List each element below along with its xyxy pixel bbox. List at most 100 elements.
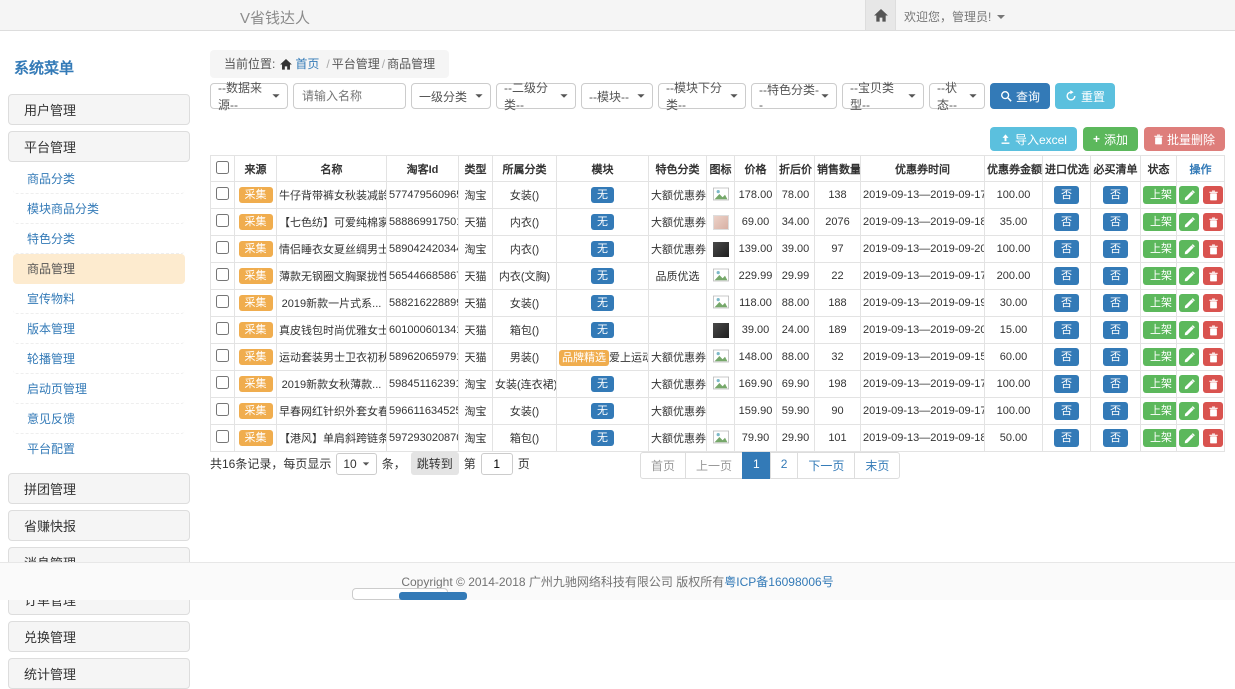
import-toggle-button[interactable]: 否 — [1054, 375, 1079, 393]
edit-button[interactable] — [1179, 186, 1199, 204]
page-button-首页[interactable]: 首页 — [640, 452, 686, 479]
sidebar-subitem-轮播管理[interactable]: 轮播管理 — [13, 344, 185, 374]
page-button-上一页[interactable]: 上一页 — [685, 452, 743, 479]
module-badge[interactable]: 无 — [591, 268, 614, 284]
select-all-checkbox[interactable] — [216, 161, 229, 174]
status-button[interactable]: 上架 — [1143, 267, 1177, 285]
import-toggle-button[interactable]: 否 — [1054, 213, 1079, 231]
sidebar-subitem-平台配置[interactable]: 平台配置 — [13, 434, 185, 463]
row-checkbox[interactable] — [216, 349, 229, 362]
sidebar-item-兑换管理[interactable]: 兑换管理 — [8, 621, 190, 652]
page-button-1[interactable]: 1 — [742, 452, 771, 479]
delete-button[interactable] — [1203, 375, 1223, 393]
sidebar-item-统计管理[interactable]: 统计管理 — [8, 658, 190, 689]
must-buy-toggle-button[interactable]: 否 — [1103, 402, 1128, 420]
page-button-2[interactable]: 2 — [770, 452, 799, 479]
must-buy-toggle-button[interactable]: 否 — [1103, 429, 1128, 447]
must-buy-toggle-button[interactable]: 否 — [1103, 240, 1128, 258]
import-toggle-button[interactable]: 否 — [1054, 294, 1079, 312]
module-badge[interactable]: 无 — [591, 214, 614, 230]
level2-category-select[interactable]: --二级分类-- — [496, 83, 576, 109]
sidebar-subitem-启动页管理[interactable]: 启动页管理 — [13, 374, 185, 404]
item-type-select[interactable]: --宝贝类型-- — [842, 83, 924, 109]
import-toggle-button[interactable]: 否 — [1054, 186, 1079, 204]
status-button[interactable]: 上架 — [1143, 240, 1177, 258]
level1-category-select[interactable]: 一级分类 — [411, 83, 491, 109]
delete-button[interactable] — [1203, 348, 1223, 366]
import-toggle-button[interactable]: 否 — [1054, 321, 1079, 339]
sidebar-subitem-意见反馈[interactable]: 意见反馈 — [13, 404, 185, 434]
row-checkbox[interactable] — [216, 214, 229, 227]
add-button[interactable]: + 添加 — [1083, 127, 1138, 151]
must-buy-toggle-button[interactable]: 否 — [1103, 186, 1128, 204]
row-checkbox[interactable] — [216, 268, 229, 281]
import-toggle-button[interactable]: 否 — [1054, 240, 1079, 258]
delete-button[interactable] — [1203, 240, 1223, 258]
row-checkbox[interactable] — [216, 295, 229, 308]
row-checkbox[interactable] — [216, 241, 229, 254]
status-button[interactable]: 上架 — [1143, 348, 1177, 366]
sidebar-item-省赚快报[interactable]: 省赚快报 — [8, 510, 190, 541]
module-badge[interactable]: 无 — [591, 376, 614, 392]
import-toggle-button[interactable]: 否 — [1054, 348, 1079, 366]
delete-button[interactable] — [1203, 402, 1223, 420]
feature-category-select[interactable]: --特色分类-- — [751, 83, 837, 109]
sidebar-subitem-商品管理[interactable]: 商品管理 — [13, 254, 185, 284]
edit-button[interactable] — [1179, 429, 1199, 447]
must-buy-toggle-button[interactable]: 否 — [1103, 267, 1128, 285]
search-button[interactable]: 查询 — [990, 83, 1050, 109]
page-button-末页[interactable]: 末页 — [854, 452, 900, 479]
status-button[interactable]: 上架 — [1143, 186, 1177, 204]
delete-button[interactable] — [1203, 294, 1223, 312]
batch-delete-button[interactable]: 批量删除 — [1144, 127, 1225, 151]
sidebar-item-用户管理[interactable]: 用户管理 — [8, 94, 190, 125]
delete-button[interactable] — [1203, 321, 1223, 339]
breadcrumb-home-link[interactable]: 首页 — [280, 50, 319, 78]
module-subcategory-select[interactable]: --模块下分类-- — [658, 83, 746, 109]
status-button[interactable]: 上架 — [1143, 294, 1177, 312]
edit-button[interactable] — [1179, 348, 1199, 366]
sidebar-subitem-版本管理[interactable]: 版本管理 — [13, 314, 185, 344]
sidebar-subitem-宣传物料[interactable]: 宣传物料 — [13, 284, 185, 314]
import-toggle-button[interactable]: 否 — [1054, 267, 1079, 285]
row-checkbox[interactable] — [216, 187, 229, 200]
data-source-select[interactable]: --数据来源-- — [210, 83, 288, 109]
jump-button[interactable]: 跳转到 — [411, 452, 459, 475]
icp-link[interactable]: 粤ICP备16098006号 — [724, 573, 833, 590]
edit-button[interactable] — [1179, 375, 1199, 393]
sidebar-subitem-特色分类[interactable]: 特色分类 — [13, 224, 185, 254]
module-select[interactable]: --模块-- — [581, 83, 653, 109]
delete-button[interactable] — [1203, 267, 1223, 285]
status-select[interactable]: --状态-- — [929, 83, 985, 109]
import-toggle-button[interactable]: 否 — [1054, 402, 1079, 420]
import-excel-button[interactable]: 导入excel — [990, 127, 1077, 151]
reset-button[interactable]: 重置 — [1055, 83, 1115, 109]
status-button[interactable]: 上架 — [1143, 213, 1177, 231]
row-checkbox[interactable] — [216, 430, 229, 443]
module-badge[interactable]: 品牌精选 — [559, 350, 609, 366]
row-checkbox[interactable] — [216, 376, 229, 389]
sidebar-subitem-商品分类[interactable]: 商品分类 — [13, 164, 185, 194]
must-buy-toggle-button[interactable]: 否 — [1103, 294, 1128, 312]
row-checkbox[interactable] — [216, 403, 229, 416]
module-badge[interactable]: 无 — [591, 187, 614, 203]
home-button[interactable] — [865, 0, 896, 30]
edit-button[interactable] — [1179, 240, 1199, 258]
edit-button[interactable] — [1179, 402, 1199, 420]
must-buy-toggle-button[interactable]: 否 — [1103, 321, 1128, 339]
edit-button[interactable] — [1179, 294, 1199, 312]
must-buy-toggle-button[interactable]: 否 — [1103, 348, 1128, 366]
page-button-下一页[interactable]: 下一页 — [797, 452, 855, 479]
sidebar-item-拼团管理[interactable]: 拼团管理 — [8, 473, 190, 504]
module-badge[interactable]: 无 — [591, 403, 614, 419]
row-checkbox[interactable] — [216, 322, 229, 335]
edit-button[interactable] — [1179, 213, 1199, 231]
sidebar-item-平台管理[interactable]: 平台管理 — [8, 131, 190, 162]
status-button[interactable]: 上架 — [1143, 402, 1177, 420]
module-badge[interactable]: 无 — [591, 241, 614, 257]
must-buy-toggle-button[interactable]: 否 — [1103, 375, 1128, 393]
edit-button[interactable] — [1179, 267, 1199, 285]
import-toggle-button[interactable]: 否 — [1054, 429, 1079, 447]
module-badge[interactable]: 无 — [591, 295, 614, 311]
status-button[interactable]: 上架 — [1143, 321, 1177, 339]
